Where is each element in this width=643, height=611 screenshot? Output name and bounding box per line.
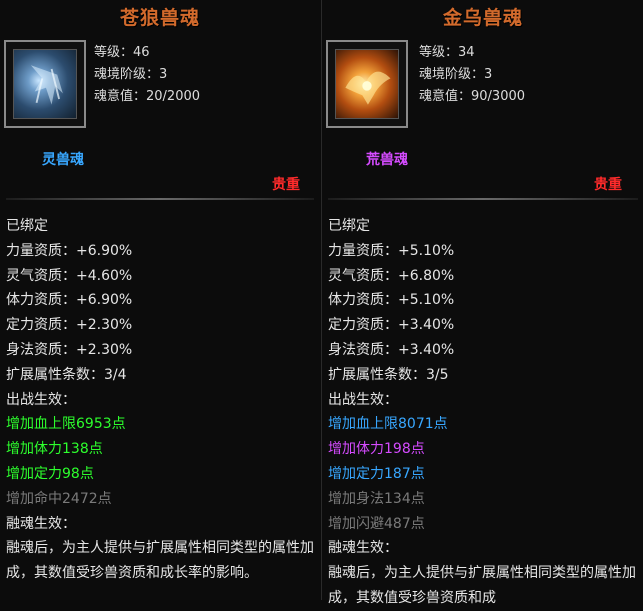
attribute-line: 定力资质：+2.30% — [6, 317, 133, 334]
battle-effect-line: 增加血上限6953点 — [6, 416, 126, 433]
bound-status: 已绑定 — [328, 218, 370, 234]
golden-crow-icon — [335, 49, 399, 119]
battle-effect-line: 增加定力187点 — [328, 465, 425, 482]
realm-rank-text: 魂境阶级：3 — [419, 67, 493, 82]
soul-type-label: 荒兽魂 — [366, 152, 408, 168]
battle-effect-label: 出战生效： — [328, 391, 398, 408]
item-details: 已绑定 力量资质：+5.10% 灵气资质：+6.80% 体力资质：+5.10% … — [328, 214, 638, 611]
attribute-line: 体力资质：+6.90% — [6, 292, 133, 309]
soul-will-text: 魂意值：20/2000 — [94, 89, 201, 104]
attribute-line: 定力资质：+3.40% — [328, 317, 455, 334]
divider — [328, 198, 638, 200]
extended-attribute-count: 扩展属性条数：3/4 — [6, 366, 127, 383]
wolf-spirit-icon — [13, 49, 77, 119]
item-slot[interactable] — [4, 40, 86, 128]
battle-effect-line: 增加血上限8071点 — [328, 416, 448, 433]
fusion-effect-label: 融魂生效： — [328, 540, 398, 557]
attribute-line: 身法资质：+2.30% — [6, 341, 133, 358]
battle-effect-line: 增加闪避487点 — [328, 515, 425, 532]
precious-label: 贵重 — [272, 177, 300, 193]
item-stats: 等级：34 魂境阶级：3 魂意值：90/3000 — [419, 42, 525, 108]
item-slot[interactable] — [326, 40, 408, 128]
battle-effect-line: 增加体力138点 — [6, 441, 103, 458]
item-title: 金乌兽魂 — [442, 7, 523, 29]
attribute-line: 力量资质：+5.10% — [328, 242, 455, 259]
attribute-line: 体力资质：+5.10% — [328, 292, 455, 309]
level-text: 等级：34 — [419, 45, 475, 60]
attribute-line: 力量资质：+6.90% — [6, 242, 133, 259]
battle-effect-line: 增加体力198点 — [328, 441, 425, 458]
pet-soul-tooltip-right: 金乌兽魂 等级：34 魂境阶级：3 魂意值：90/3000 荒兽魂 贵重 已绑定… — [321, 0, 643, 606]
fusion-description: 融魂后，为主人提供与扩展属性相同类型的属性加成，其数值受珍兽资质和成 — [328, 565, 636, 606]
realm-rank-text: 魂境阶级：3 — [94, 67, 168, 82]
item-title: 苍狼兽魂 — [119, 7, 200, 29]
pet-soul-tooltip-left: 苍狼兽魂 等级：46 魂境阶级：3 魂意值：20/2000 灵兽魂 贵重 已绑定… — [0, 0, 320, 600]
item-stats: 等级：46 魂境阶级：3 魂意值：20/2000 — [94, 42, 200, 108]
battle-effect-line: 增加命中2472点 — [6, 490, 112, 507]
battle-effect-line: 增加身法134点 — [328, 490, 425, 507]
fusion-description: 融魂后，为主人提供与扩展属性相同类型的属性加成，其数值受珍兽资质和成长率的影响。 — [6, 540, 314, 582]
divider — [6, 198, 314, 200]
fusion-effect-label: 融魂生效： — [6, 515, 76, 532]
attribute-line: 身法资质：+3.40% — [328, 341, 455, 358]
soul-will-text: 魂意值：90/3000 — [419, 89, 526, 104]
item-details: 已绑定 力量资质：+6.90% 灵气资质：+4.60% 体力资质：+6.90% … — [6, 214, 314, 586]
attribute-line: 灵气资质：+4.60% — [6, 267, 133, 284]
attribute-line: 灵气资质：+6.80% — [328, 267, 455, 284]
precious-label: 贵重 — [594, 177, 622, 193]
extended-attribute-count: 扩展属性条数：3/5 — [328, 366, 449, 383]
battle-effect-line: 增加定力98点 — [6, 465, 94, 482]
soul-type-label: 灵兽魂 — [42, 152, 84, 168]
level-text: 等级：46 — [94, 45, 150, 60]
battle-effect-label: 出战生效： — [6, 391, 76, 408]
bound-status: 已绑定 — [6, 218, 48, 234]
